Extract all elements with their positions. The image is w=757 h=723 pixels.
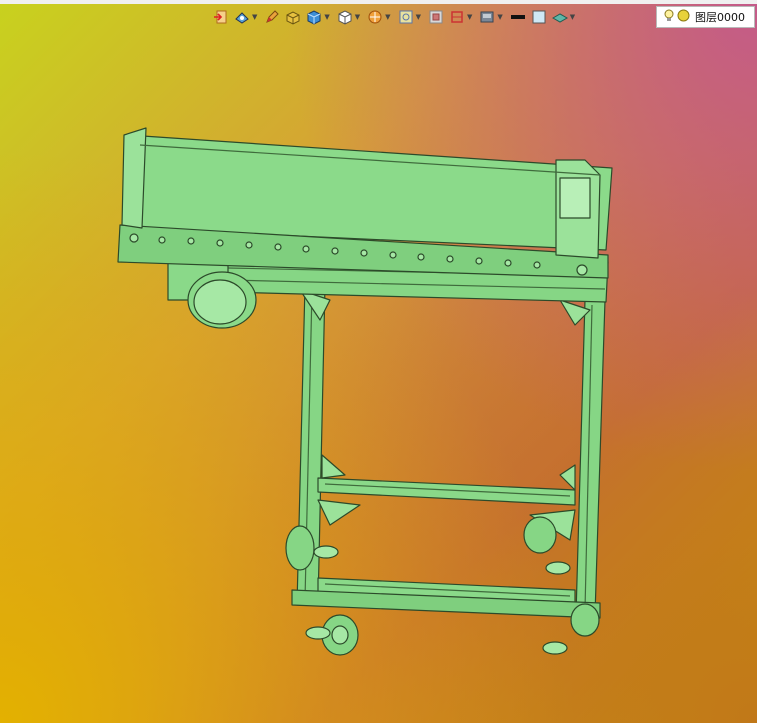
zoom-fit-icon[interactable] bbox=[397, 8, 415, 26]
sensor-bracket bbox=[559, 177, 591, 219]
chevron-down-icon[interactable]: ▼ bbox=[497, 8, 502, 26]
chevron-down-icon[interactable]: ▼ bbox=[467, 8, 472, 26]
chevron-down-icon[interactable]: ▼ bbox=[324, 8, 329, 26]
line-color-icon[interactable] bbox=[509, 8, 527, 26]
caster-wheel bbox=[305, 614, 359, 656]
exit-view-icon[interactable] bbox=[212, 8, 230, 26]
chevron-down-icon[interactable]: ▼ bbox=[570, 8, 575, 26]
view-orientation-icon[interactable] bbox=[233, 8, 251, 26]
corner-bracket bbox=[321, 454, 346, 479]
datum-plane-icon[interactable] bbox=[448, 8, 466, 26]
chevron-down-icon[interactable]: ▼ bbox=[355, 8, 360, 26]
surface-icon[interactable] bbox=[551, 8, 569, 26]
chevron-down-icon[interactable]: ▼ bbox=[385, 8, 390, 26]
chevron-down-icon[interactable]: ▼ bbox=[416, 8, 421, 26]
layer-name: 图层0000 bbox=[695, 11, 745, 24]
pencil-icon[interactable] bbox=[263, 8, 281, 26]
conveyor-end-cap-left bbox=[121, 127, 147, 229]
grid-icon[interactable] bbox=[427, 8, 445, 26]
solid-cube-icon[interactable] bbox=[305, 8, 323, 26]
view-toolbar: ▼ ▼ ▼ ▼ ▼ ▼ ▼ ▼ bbox=[212, 6, 578, 28]
corner-bracket bbox=[559, 464, 576, 491]
cross-bar-middle bbox=[317, 477, 576, 506]
shaded-box-icon[interactable] bbox=[284, 8, 302, 26]
layer-status-icon[interactable] bbox=[677, 9, 690, 25]
fill-color-icon[interactable] bbox=[530, 8, 548, 26]
corner-bracket bbox=[317, 499, 361, 526]
section-icon[interactable] bbox=[366, 8, 384, 26]
chevron-down-icon[interactable]: ▼ bbox=[252, 8, 257, 26]
lightbulb-icon[interactable] bbox=[663, 9, 675, 26]
conveyor-model[interactable] bbox=[0, 0, 757, 723]
layer-selector[interactable]: 图层0000 bbox=[656, 6, 755, 28]
3d-viewport[interactable]: ▼ ▼ ▼ ▼ ▼ ▼ ▼ ▼ 图层0000 bbox=[0, 0, 757, 723]
display-mode-icon[interactable] bbox=[478, 8, 496, 26]
wireframe-cube-icon[interactable] bbox=[336, 8, 354, 26]
